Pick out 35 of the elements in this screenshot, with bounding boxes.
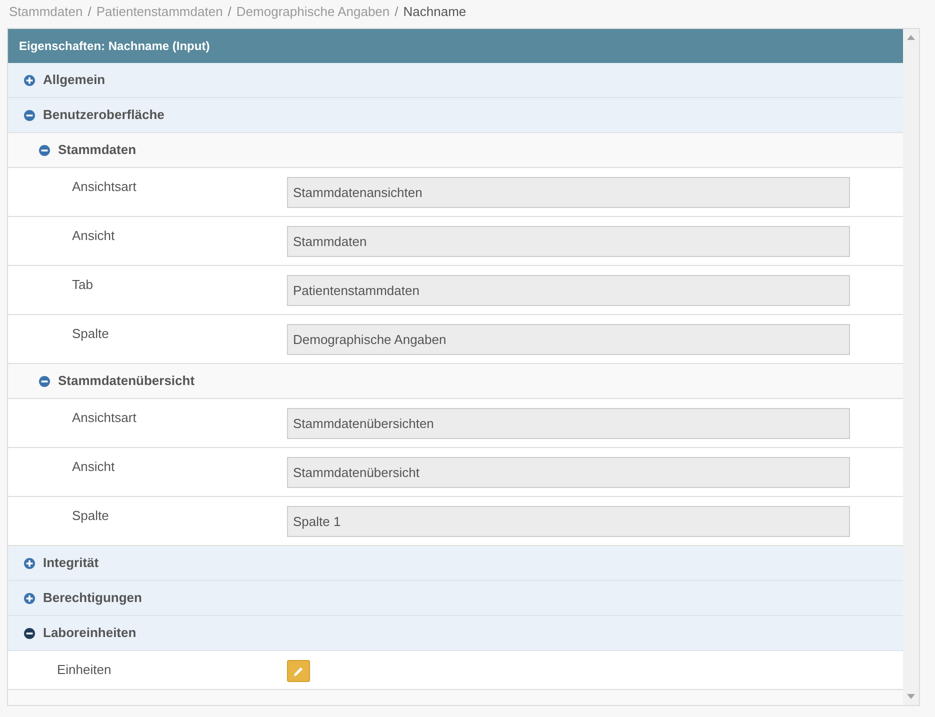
- input-field[interactable]: Stammdatenübersicht: [287, 457, 850, 488]
- collapse-icon[interactable]: [24, 628, 35, 638]
- field-label: Einheiten: [56, 661, 112, 679]
- group-title[interactable]: Stammdaten: [58, 140, 136, 160]
- input-field[interactable]: Patientenstammdaten: [287, 275, 850, 306]
- field-label: Spalte: [71, 325, 110, 343]
- field-label: Tab: [71, 276, 94, 294]
- pencil-icon: [293, 666, 304, 676]
- input-field[interactable]: Spalte 1: [287, 506, 850, 537]
- expand-icon[interactable]: [24, 592, 35, 604]
- input-field[interactable]: Stammdaten: [287, 226, 850, 257]
- field-label: Ansichtsart: [71, 178, 138, 196]
- expand-icon[interactable]: [24, 558, 35, 568]
- collapse-icon[interactable]: [39, 376, 50, 386]
- breadcrumb-current: Nachname: [403, 3, 466, 22]
- collapse-icon[interactable]: [24, 110, 35, 120]
- section-title[interactable]: Laboreinheiten: [43, 623, 136, 643]
- section-title[interactable]: Berechtigungen: [43, 588, 142, 608]
- field-label: Spalte: [71, 507, 110, 525]
- input-field[interactable]: Stammdatenansichten: [287, 177, 850, 208]
- section-title[interactable]: Integrität: [43, 553, 99, 573]
- section-title[interactable]: Benutzeroberfläche: [43, 105, 164, 125]
- breadcrumb-separator: /: [228, 3, 232, 22]
- field-label: Ansicht: [71, 458, 116, 476]
- input-field[interactable]: Demographische Angaben: [287, 324, 850, 355]
- group-title[interactable]: Stammdatenübersicht: [58, 371, 195, 391]
- breadcrumb-separator: /: [394, 3, 398, 22]
- field-label: Ansichtsart: [71, 409, 138, 427]
- breadcrumb-separator: /: [88, 3, 92, 22]
- field-label: Ansicht: [71, 227, 116, 245]
- expand-icon[interactable]: [24, 74, 35, 86]
- input-field[interactable]: Stammdatenübersichten: [287, 408, 850, 439]
- section-title[interactable]: Allgemein: [43, 70, 106, 90]
- panel-header: Eigenschaften: Nachname (Input): [8, 29, 903, 63]
- collapse-icon[interactable]: [39, 144, 50, 156]
